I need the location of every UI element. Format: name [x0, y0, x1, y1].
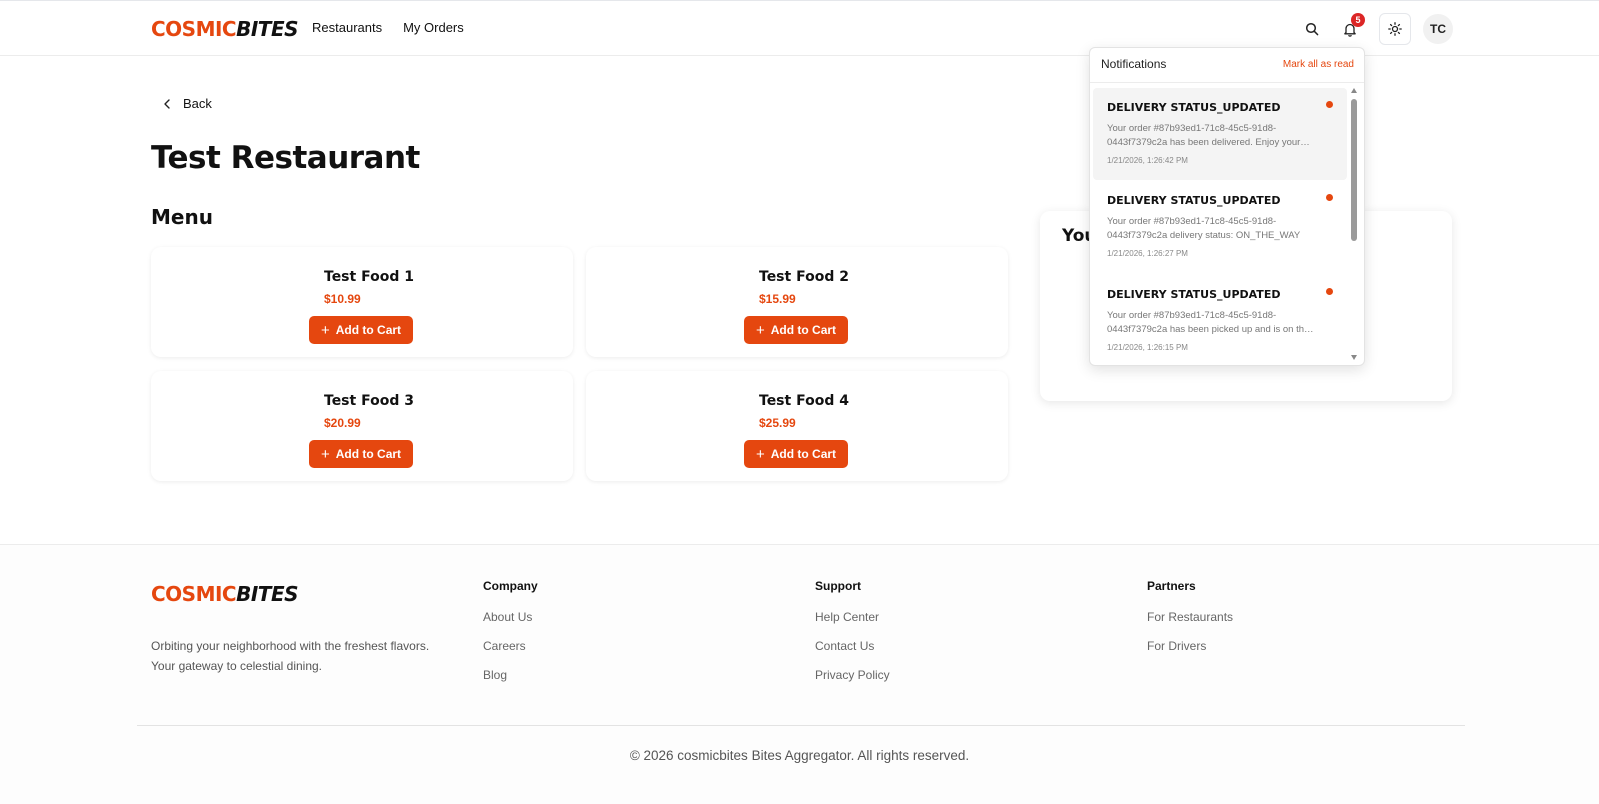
add-to-cart-button[interactable]: + Add to Cart [309, 440, 413, 468]
search-icon [1305, 22, 1319, 36]
unread-dot-icon [1326, 288, 1333, 295]
notifications-dropdown: Notifications Mark all as read DELIVERY … [1089, 47, 1365, 366]
menu-heading: Menu [151, 205, 213, 229]
notification-message-line: 0443f7379c2a delivery status: ON_THE_WAY [1107, 230, 1301, 241]
footer-link-privacy-policy[interactable]: Privacy Policy [815, 668, 890, 682]
chevron-left-icon [164, 98, 170, 109]
notifications-title: Notifications [1101, 57, 1167, 71]
menu-item-name: Test Food 4 [759, 393, 849, 409]
notifications-scrollbar[interactable] [1349, 88, 1359, 360]
menu-item-card: Test Food 4 $25.99 + Add to Cart [586, 371, 1008, 481]
footer-link-careers[interactable]: Careers [483, 639, 538, 653]
menu-item-price: $15.99 [759, 292, 796, 306]
nav-restaurants[interactable]: Restaurants [312, 20, 382, 35]
notification-title: DELIVERY STATUS_UPDATED [1107, 194, 1281, 207]
notifications-header: Notifications Mark all as read [1090, 48, 1364, 83]
unread-dot-icon [1326, 194, 1333, 201]
notification-time: 1/21/2026, 1:26:27 PM [1107, 249, 1188, 258]
notification-time: 1/21/2026, 1:26:42 PM [1107, 156, 1188, 165]
menu-item-card: Test Food 1 $10.99 + Add to Cart [151, 247, 573, 357]
notification-item[interactable]: DELIVERY STATUS_UPDATED Your order #87b9… [1093, 275, 1347, 365]
footer-logo[interactable]: COSMICBITES [151, 582, 299, 606]
back-button[interactable]: Back [163, 96, 212, 111]
notification-message-line: Your order #87b93ed1-71c8-45c5-91d8- [1107, 310, 1277, 321]
logo-primary: COSMIC [151, 582, 237, 606]
footer-link-contact-us[interactable]: Contact Us [815, 639, 890, 653]
tagline-line: Orbiting your neighborhood with the fres… [151, 639, 430, 653]
scroll-thumb[interactable] [1351, 99, 1357, 241]
menu-item-name: Test Food 3 [324, 393, 414, 409]
notification-title: DELIVERY STATUS_UPDATED [1107, 101, 1281, 114]
nav-my-orders[interactable]: My Orders [403, 20, 464, 35]
menu-item-name: Test Food 1 [324, 269, 414, 285]
notification-message: Your order #87b93ed1-71c8-45c5-91d8- 044… [1107, 215, 1333, 243]
notification-item[interactable]: DELIVERY STATUS_UPDATED Your order #87b9… [1093, 88, 1347, 180]
footer-link-for-restaurants[interactable]: For Restaurants [1147, 610, 1233, 624]
notification-count-badge: 5 [1351, 13, 1365, 27]
notification-message-line: Your order #87b93ed1-71c8-45c5-91d8- [1107, 123, 1277, 134]
plus-icon: + [320, 321, 330, 339]
add-to-cart-label: Add to Cart [770, 447, 837, 461]
menu-item-price: $20.99 [324, 416, 361, 430]
sun-icon [1388, 22, 1402, 36]
footer-heading: Partners [1147, 579, 1196, 593]
add-to-cart-label: Add to Cart [335, 447, 402, 461]
notification-message-line: 0443f7379c2a has been delivered. Enjoy y… [1107, 137, 1310, 148]
theme-toggle-button[interactable] [1379, 13, 1411, 45]
footer-heading: Company [483, 579, 538, 593]
restaurant-title: Test Restaurant [151, 140, 420, 176]
add-to-cart-label: Add to Cart [335, 323, 402, 337]
user-avatar[interactable]: TC [1423, 14, 1453, 44]
plus-icon: + [320, 445, 330, 463]
footer-tagline: Orbiting your neighborhood with the fres… [151, 636, 429, 676]
search-button[interactable] [1296, 13, 1328, 45]
scroll-down-arrow-icon[interactable] [1351, 355, 1357, 360]
unread-dot-icon [1326, 101, 1333, 108]
notification-time: 1/21/2026, 1:26:15 PM [1107, 343, 1188, 352]
footer-link-blog[interactable]: Blog [483, 668, 538, 682]
tagline-line: Your gateway to celestial dining. [151, 659, 322, 673]
footer: COSMICBITES Orbiting your neighborhood w… [0, 544, 1599, 804]
back-label: Back [183, 96, 212, 111]
footer-heading: Support [815, 579, 861, 593]
footer-col-company: Company About Us Careers Blog [483, 579, 538, 697]
footer-col-partners: Partners For Restaurants For Drivers [1147, 579, 1233, 668]
notification-message-line: Your order #87b93ed1-71c8-45c5-91d8- [1107, 216, 1277, 227]
footer-link-about-us[interactable]: About Us [483, 610, 538, 624]
main-nav: Restaurants My Orders [312, 20, 464, 35]
add-to-cart-button[interactable]: + Add to Cart [744, 440, 848, 468]
scroll-up-arrow-icon[interactable] [1351, 88, 1357, 93]
notification-item[interactable]: DELIVERY STATUS_UPDATED Your order #87b9… [1093, 181, 1347, 273]
notification-message: Your order #87b93ed1-71c8-45c5-91d8- 044… [1107, 309, 1333, 337]
menu-item-price: $10.99 [324, 292, 361, 306]
footer-divider [137, 725, 1465, 726]
footer-link-help-center[interactable]: Help Center [815, 610, 890, 624]
menu-item-card: Test Food 2 $15.99 + Add to Cart [586, 247, 1008, 357]
logo-primary: COSMIC [151, 17, 237, 41]
plus-icon: + [755, 445, 765, 463]
notification-message: Your order #87b93ed1-71c8-45c5-91d8- 044… [1107, 122, 1333, 150]
add-to-cart-button[interactable]: + Add to Cart [309, 316, 413, 344]
plus-icon: + [755, 321, 765, 339]
add-to-cart-button[interactable]: + Add to Cart [744, 316, 848, 344]
add-to-cart-label: Add to Cart [770, 323, 837, 337]
footer-col-support: Support Help Center Contact Us Privacy P… [815, 579, 890, 697]
notification-title: DELIVERY STATUS_UPDATED [1107, 288, 1281, 301]
copyright-text: © 2026 cosmicbites Bites Aggregator. All… [629, 748, 970, 763]
logo-secondary: BITES [236, 582, 299, 606]
menu-item-price: $25.99 [759, 416, 796, 430]
footer-link-for-drivers[interactable]: For Drivers [1147, 639, 1233, 653]
mark-all-read-button[interactable]: Mark all as read [1283, 59, 1354, 70]
menu-item-name: Test Food 2 [759, 269, 849, 285]
brand-logo[interactable]: COSMICBITES [151, 17, 299, 41]
logo-secondary: BITES [236, 17, 299, 41]
notification-message-line: 0443f7379c2a has been picked up and is o… [1107, 324, 1314, 335]
menu-item-card: Test Food 3 $20.99 + Add to Cart [151, 371, 573, 481]
